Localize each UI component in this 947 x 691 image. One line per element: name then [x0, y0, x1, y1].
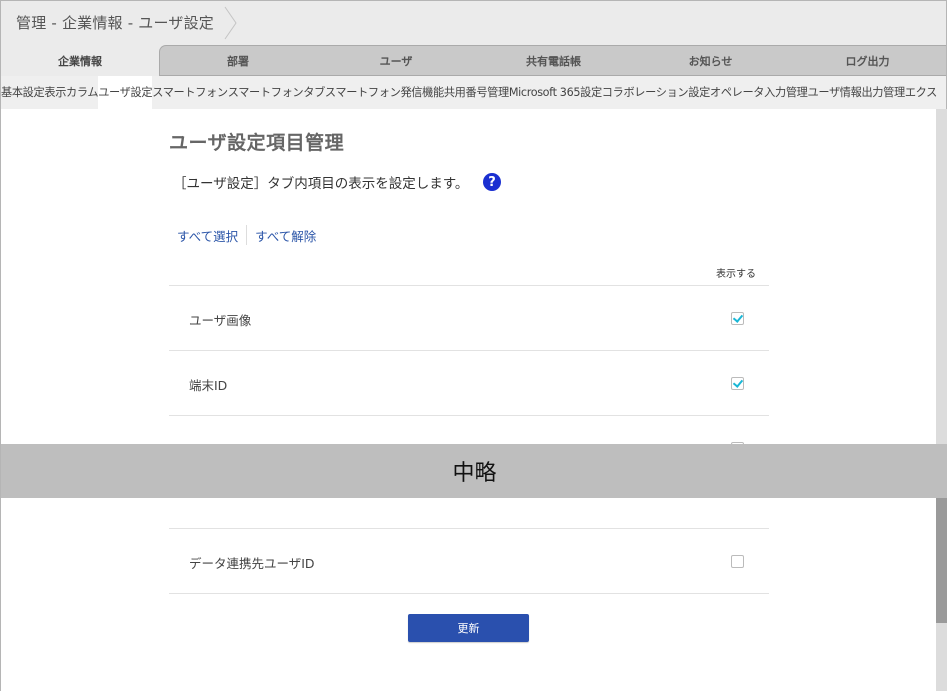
breadcrumb-chevron-icon [224, 6, 237, 40]
subtab-operator-input[interactable]: オペレータ入力管理 [710, 76, 808, 109]
main-tab-bar: 企業情報 部署 ユーザ 共有電話帳 お知らせ ログ出力 [1, 45, 946, 76]
help-icon[interactable]: ? [483, 173, 501, 191]
subtab-export[interactable]: エクス [905, 76, 938, 109]
tab-shared-phonebook[interactable]: 共有電話帳 [475, 45, 632, 76]
page-description: ［ユーザ設定］タブ内項目の表示を設定します。 [173, 176, 469, 192]
tab-company-info[interactable]: 企業情報 [1, 45, 159, 76]
item-label: 端末ID [189, 378, 228, 393]
tab-notices[interactable]: お知らせ [632, 45, 789, 76]
subtab-user-settings[interactable]: ユーザ設定 [98, 76, 153, 109]
subtab-collaboration[interactable]: コラボレーション設定 [602, 76, 711, 109]
omitted-section-band: 中略 [1, 444, 947, 498]
vertical-scrollbar[interactable] [936, 109, 947, 691]
sub-tab-bar: 基本設定表示カラムユーザ設定スマートフォンスマートフォンタブスマートフォン発信機… [1, 76, 946, 109]
display-checkbox[interactable] [731, 555, 744, 568]
tab-users[interactable]: ユーザ [317, 45, 475, 76]
column-header-display: 表示する [716, 269, 756, 280]
item-label: データ連携先ユーザID [189, 556, 315, 571]
breadcrumb: 管理 - 企業情報 - ユーザ設定 [16, 14, 214, 32]
deselect-all-link[interactable]: すべて解除 [255, 226, 316, 245]
header-bar: 管理 - 企業情報 - ユーザ設定 [1, 1, 946, 45]
content-area: ユーザ設定項目管理 ［ユーザ設定］タブ内項目の表示を設定します。 ? すべて選択… [1, 109, 936, 691]
scrollbar-thumb[interactable] [936, 496, 947, 623]
table-bottom-border [169, 593, 769, 594]
subtab-shared-numbers[interactable]: 共用番号管理 [444, 76, 509, 109]
omitted-label: 中略 [452, 461, 497, 486]
subtab-display-columns[interactable]: 表示カラム [44, 76, 98, 109]
display-checkbox[interactable] [731, 377, 744, 390]
subtab-smartphone-tabs[interactable]: スマートフォンタブ [228, 76, 326, 109]
subtab-smartphone-calling[interactable]: スマートフォン発信機能 [325, 76, 444, 109]
subtab-microsoft365[interactable]: Microsoft 365設定 [509, 76, 602, 109]
table-row: データ連携先ユーザID [169, 528, 769, 593]
table-row: 端末ID [169, 350, 769, 415]
divider [246, 225, 248, 245]
update-button[interactable]: 更新 [408, 614, 529, 642]
display-checkbox[interactable] [731, 312, 744, 325]
table-row: ユーザ画像 [169, 285, 769, 350]
select-all-link[interactable]: すべて選択 [177, 226, 238, 245]
subtab-smartphone[interactable]: スマートフォン [152, 76, 228, 109]
bulk-actions: すべて選択 すべて解除 [177, 225, 316, 245]
tab-departments[interactable]: 部署 [159, 45, 317, 76]
subtab-user-info-output[interactable]: ユーザ情報出力管理 [808, 76, 906, 109]
item-label: ユーザ画像 [189, 313, 252, 328]
subtab-basic-settings[interactable]: 基本設定 [1, 76, 45, 109]
page-title: ユーザ設定項目管理 [169, 132, 345, 154]
tab-log-output[interactable]: ログ出力 [789, 45, 946, 76]
